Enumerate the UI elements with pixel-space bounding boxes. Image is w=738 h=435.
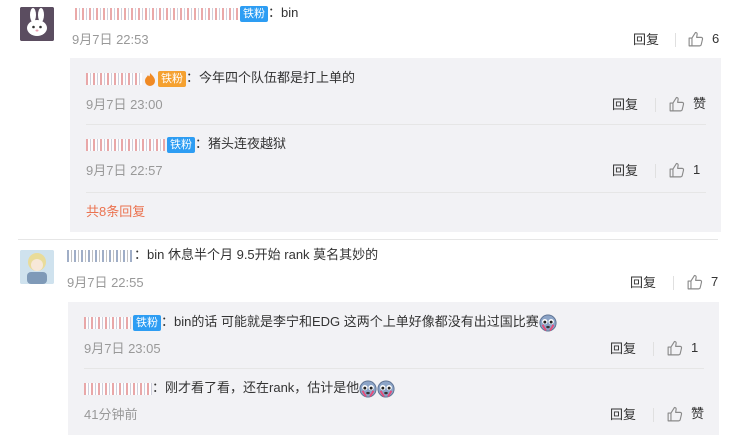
anime-avatar-icon bbox=[20, 250, 54, 284]
separator: ： bbox=[152, 380, 166, 395]
rabbit-avatar-icon bbox=[20, 7, 54, 41]
comment-time: 9月7日 22:53 bbox=[72, 32, 149, 47]
reply-divider bbox=[86, 124, 706, 125]
crying-face-emoji-icon bbox=[539, 314, 557, 332]
reply-line: ：刚才看了看，还在rank，估计是他 bbox=[84, 379, 395, 398]
comment-text: bin bbox=[281, 5, 299, 20]
reply-divider bbox=[86, 192, 706, 193]
more-replies-link[interactable]: 共8条回复 bbox=[86, 203, 145, 221]
divider bbox=[653, 408, 654, 422]
reply-username[interactable] bbox=[84, 382, 152, 395]
thumbs-up-icon bbox=[666, 406, 683, 423]
reply-button[interactable]: 回复 bbox=[610, 340, 636, 358]
avatar[interactable] bbox=[20, 7, 54, 41]
divider bbox=[673, 276, 674, 290]
separator: ： bbox=[186, 70, 200, 85]
divider bbox=[675, 33, 676, 47]
avatar[interactable] bbox=[20, 250, 54, 284]
reply-time: 9月7日 23:05 bbox=[84, 341, 161, 356]
like-button[interactable]: 7 bbox=[686, 273, 718, 291]
like-button[interactable]: 1 bbox=[666, 339, 698, 357]
reply-divider bbox=[84, 368, 704, 369]
like-count: 1 bbox=[691, 340, 699, 355]
thumbs-up-icon bbox=[668, 162, 685, 179]
like-label: 赞 bbox=[693, 96, 707, 111]
divider bbox=[655, 98, 656, 112]
thumbs-up-icon bbox=[686, 274, 703, 291]
reply-line: 铁粉 ：猪头连夜越狱 bbox=[86, 135, 286, 153]
separator: ： bbox=[268, 5, 282, 20]
separator: ： bbox=[161, 314, 175, 329]
comment-line: 铁粉 ：bin bbox=[75, 4, 298, 22]
divider bbox=[653, 342, 654, 356]
divider bbox=[655, 164, 656, 178]
like-button[interactable]: 1 bbox=[668, 161, 700, 179]
like-button[interactable]: 6 bbox=[687, 30, 719, 48]
like-count: 7 bbox=[711, 274, 719, 289]
reply-line: 铁粉 ：今年四个队伍都是打上单的 bbox=[86, 69, 355, 87]
username[interactable] bbox=[67, 249, 134, 262]
reply-username[interactable] bbox=[86, 72, 142, 85]
thumbs-up-icon bbox=[666, 340, 683, 357]
fan-badge[interactable]: 铁粉 bbox=[167, 136, 195, 153]
reply-time: 9月7日 22:57 bbox=[86, 163, 163, 178]
fan-badge[interactable]: 铁粉 bbox=[158, 70, 186, 87]
comment-line: ：bin 休息半个月 9.5开始 rank 莫名其妙的 bbox=[67, 246, 378, 264]
crying-face-emoji-icon bbox=[359, 380, 377, 398]
reply-button[interactable]: 回复 bbox=[610, 406, 636, 424]
like-count: 6 bbox=[712, 31, 720, 46]
reply-button[interactable]: 回复 bbox=[630, 274, 656, 292]
like-button[interactable]: 赞 bbox=[666, 405, 704, 423]
reply-text: 刚才看了看，还在rank，估计是他 bbox=[165, 380, 360, 395]
reply-button[interactable]: 回复 bbox=[612, 96, 638, 114]
like-count: 1 bbox=[693, 162, 701, 177]
like-button[interactable]: 赞 bbox=[668, 95, 706, 113]
reply-line: 铁粉 ：bin的话 可能就是李宁和EDG 这两个上单好像都没有出过国比赛 bbox=[84, 313, 557, 332]
reply-time: 9月7日 23:00 bbox=[86, 97, 163, 112]
thumbs-up-icon bbox=[668, 96, 685, 113]
reply-text: 猪头连夜越狱 bbox=[208, 136, 287, 151]
reply-button[interactable]: 回复 bbox=[633, 31, 659, 49]
fan-badge[interactable]: 铁粉 bbox=[240, 5, 268, 22]
separator: ： bbox=[134, 247, 148, 262]
fire-icon bbox=[145, 72, 155, 86]
fan-badge[interactable]: 铁粉 bbox=[133, 314, 161, 331]
comment-divider bbox=[18, 239, 718, 240]
reply-text: 今年四个队伍都是打上单的 bbox=[199, 70, 356, 85]
username[interactable] bbox=[75, 7, 238, 20]
thumbs-up-icon bbox=[687, 31, 704, 48]
reply-text: bin的话 可能就是李宁和EDG 这两个上单好像都没有出过国比赛 bbox=[174, 314, 539, 329]
like-label: 赞 bbox=[691, 406, 705, 421]
reply-time: 41分钟前 bbox=[84, 407, 138, 422]
reply-username[interactable] bbox=[84, 316, 131, 329]
reply-username[interactable] bbox=[86, 138, 165, 151]
separator: ： bbox=[195, 136, 209, 151]
crying-face-emoji-icon bbox=[377, 380, 395, 398]
comment-time: 9月7日 22:55 bbox=[67, 275, 144, 290]
reply-button[interactable]: 回复 bbox=[612, 162, 638, 180]
comment-text: bin 休息半个月 9.5开始 rank 莫名其妙的 bbox=[147, 247, 379, 262]
